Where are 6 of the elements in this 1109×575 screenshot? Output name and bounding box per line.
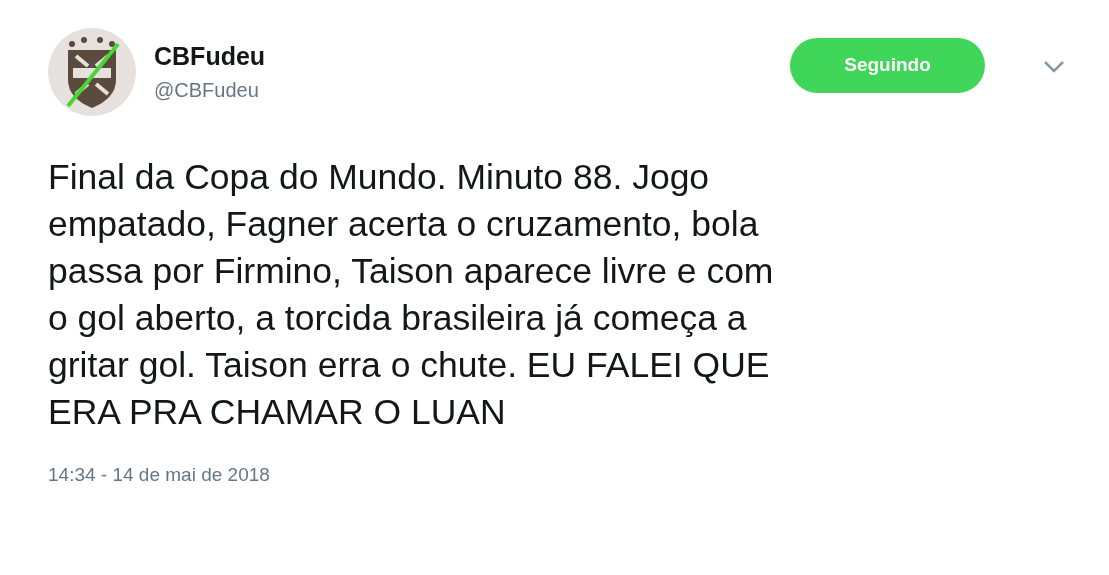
author-handle[interactable]: @CBFudeu: [154, 79, 259, 102]
crest-avatar-icon: [48, 28, 136, 116]
tweet-timestamp[interactable]: 14:34 - 14 de mai de 2018: [48, 464, 270, 486]
chevron-down-icon[interactable]: [1043, 60, 1065, 74]
tweet-text: Final da Copa do Mundo. Minuto 88. Jogo empatado, Fagner acerta o cruzamento, bola passa por Firmino, Taison aparece livre e com o gol aberto, a torcida brasileira já começa a gritar gol. Taison erra o chute. EU FALEI QUE ERA PRA CHAMAR O LUAN: [48, 156, 774, 434]
author-name[interactable]: CBFudeu: [154, 42, 266, 71]
